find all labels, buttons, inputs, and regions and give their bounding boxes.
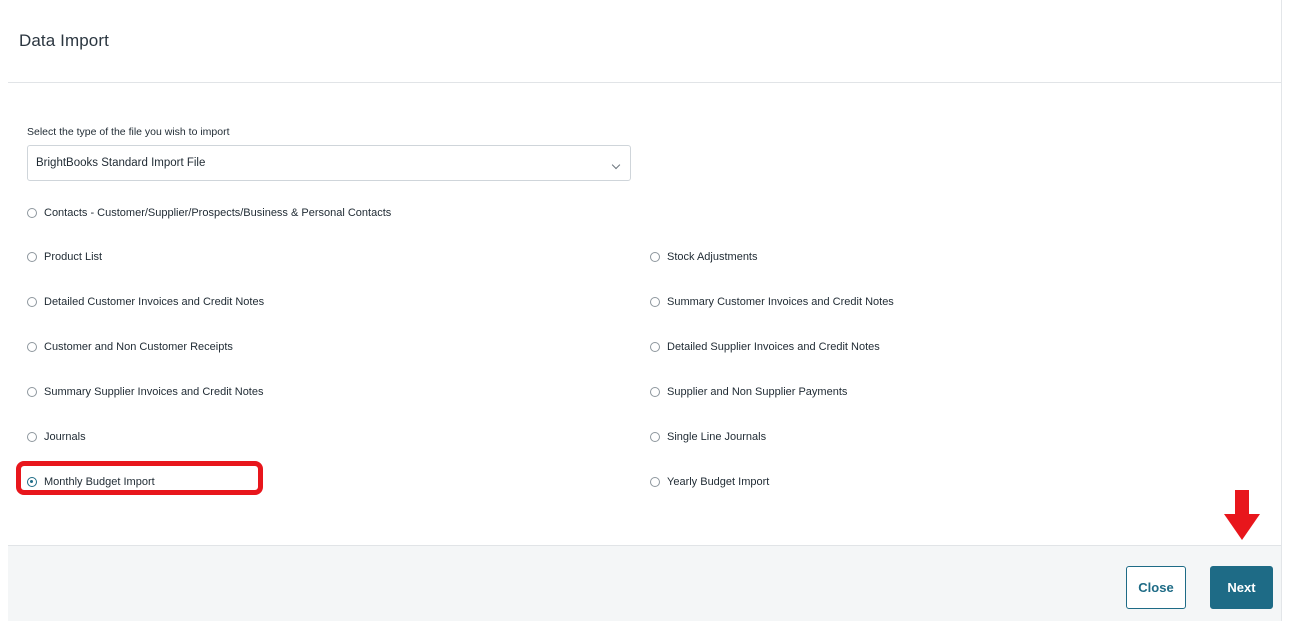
radio-option-label: Stock Adjustments <box>667 251 758 263</box>
radio-option-label: Detailed Customer Invoices and Credit No… <box>44 296 265 308</box>
radio-option-label: Detailed Supplier Invoices and Credit No… <box>667 341 880 353</box>
arrow-down-icon <box>1224 490 1260 540</box>
radio-option-label: Supplier and Non Supplier Payments <box>667 386 848 398</box>
radio-option-label: Journals <box>44 431 86 443</box>
radio-option-journals[interactable]: Journals <box>27 427 86 447</box>
close-button[interactable]: Close <box>1126 566 1186 609</box>
radio-button[interactable] <box>27 432 37 442</box>
radio-button[interactable] <box>27 297 37 307</box>
file-type-select[interactable]: BrightBooks Standard Import File <box>27 145 631 181</box>
radio-button[interactable] <box>650 342 660 352</box>
file-type-selected-value: BrightBooks Standard Import File <box>36 157 206 169</box>
radio-option-label: Contacts - Customer/Supplier/Prospects/B… <box>44 207 392 219</box>
dialog-header: Data Import <box>8 0 1281 83</box>
radio-option-contacts[interactable]: Contacts - Customer/Supplier/Prospects/B… <box>27 203 391 223</box>
radio-option-label: Customer and Non Customer Receipts <box>44 341 233 353</box>
radio-button[interactable] <box>27 342 37 352</box>
radio-button[interactable] <box>650 387 660 397</box>
radio-button[interactable] <box>27 387 37 397</box>
data-import-dialog: Data Import Select the type of the file … <box>8 0 1282 621</box>
radio-option-label: Single Line Journals <box>667 431 767 443</box>
radio-option-label: Summary Supplier Invoices and Credit Not… <box>44 386 264 398</box>
radio-button[interactable] <box>650 477 660 487</box>
radio-option-supplier-payments[interactable]: Supplier and Non Supplier Payments <box>650 382 847 402</box>
radio-button[interactable] <box>650 252 660 262</box>
dialog-title: Data Import <box>19 31 109 50</box>
radio-option-customer-receipts[interactable]: Customer and Non Customer Receipts <box>27 337 233 357</box>
radio-button[interactable] <box>27 252 37 262</box>
chevron-down-icon <box>611 160 621 170</box>
radio-option-label: Monthly Budget Import <box>44 476 155 488</box>
radio-option-summary-customer-invoices[interactable]: Summary Customer Invoices and Credit Not… <box>650 292 894 312</box>
radio-button[interactable] <box>27 208 37 218</box>
radio-button-checked[interactable] <box>27 477 37 487</box>
radio-option-yearly-budget-import[interactable]: Yearly Budget Import <box>650 472 769 492</box>
radio-option-single-line-journals[interactable]: Single Line Journals <box>650 427 766 447</box>
radio-option-label: Yearly Budget Import <box>667 476 770 488</box>
radio-option-detailed-customer-invoices[interactable]: Detailed Customer Invoices and Credit No… <box>27 292 264 312</box>
radio-option-monthly-budget-import[interactable]: Monthly Budget Import <box>27 472 155 492</box>
radio-option-product-list[interactable]: Product List <box>27 247 102 267</box>
next-button[interactable]: Next <box>1210 566 1273 609</box>
file-type-label: Select the type of the file you wish to … <box>27 126 230 138</box>
radio-option-summary-supplier-invoices[interactable]: Summary Supplier Invoices and Credit Not… <box>27 382 263 402</box>
radio-option-label: Product List <box>44 251 103 263</box>
radio-button[interactable] <box>650 297 660 307</box>
radio-button[interactable] <box>650 432 660 442</box>
radio-option-detailed-supplier-invoices[interactable]: Detailed Supplier Invoices and Credit No… <box>650 337 880 357</box>
radio-option-stock-adjustments[interactable]: Stock Adjustments <box>650 247 758 267</box>
radio-option-label: Summary Customer Invoices and Credit Not… <box>667 296 894 308</box>
dialog-footer <box>8 546 1281 621</box>
